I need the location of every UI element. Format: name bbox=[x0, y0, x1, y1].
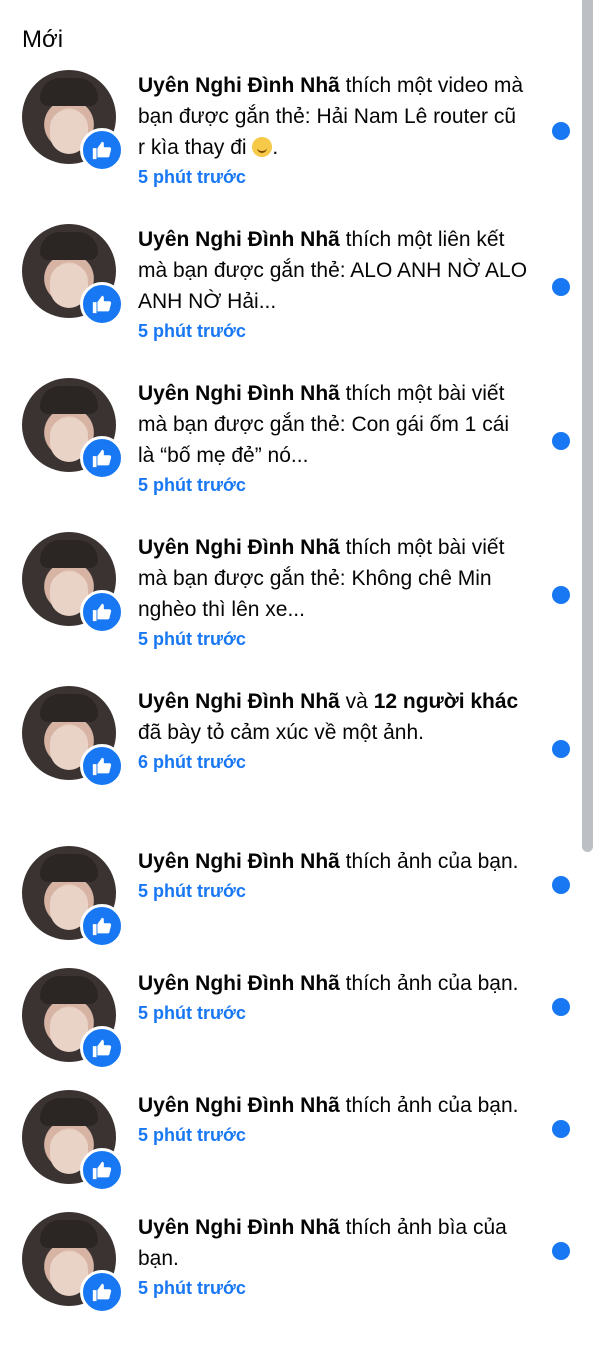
thumb-up-icon bbox=[92, 449, 112, 468]
action-text: thích ảnh của bạn. bbox=[339, 972, 519, 995]
unread-dot-icon bbox=[552, 1242, 570, 1260]
avatar[interactable] bbox=[22, 1212, 124, 1314]
notification-text: Uyên Nghi Đình Nhã thích ảnh của bạn. 5 … bbox=[138, 968, 528, 1027]
action-text: thích ảnh của bạn. bbox=[339, 850, 519, 873]
like-thumb-icon bbox=[80, 1026, 124, 1070]
avatar[interactable] bbox=[22, 686, 124, 788]
thumb-up-icon bbox=[92, 295, 112, 314]
unread-dot-icon bbox=[552, 998, 570, 1016]
others-count: 12 người khác bbox=[373, 690, 519, 713]
notification-text: Uyên Nghi Đình Nhã thích ảnh của bạn. 5 … bbox=[138, 846, 528, 905]
notification-item[interactable]: Uyên Nghi Đình Nhã thích một bài viết mà… bbox=[0, 524, 580, 674]
action-text-end: . bbox=[272, 136, 279, 159]
unread-dot-icon bbox=[552, 122, 570, 140]
thumb-up-icon bbox=[92, 141, 112, 160]
like-thumb-icon bbox=[80, 128, 124, 172]
action-text: thích ảnh của bạn. bbox=[339, 1094, 519, 1117]
thumb-up-icon bbox=[92, 1161, 112, 1180]
notification-item[interactable]: Uyên Nghi Đình Nhã và 12 người khác đã b… bbox=[0, 678, 580, 828]
like-thumb-icon bbox=[80, 590, 124, 634]
timestamp[interactable]: 5 phút trước bbox=[138, 1121, 528, 1149]
actor-name: Uyên Nghi Đình Nhã bbox=[138, 382, 340, 405]
smile-emoji-icon bbox=[252, 137, 273, 157]
notification-text: Uyên Nghi Đình Nhã thích ảnh bìa của bạn… bbox=[138, 1212, 528, 1302]
avatar[interactable] bbox=[22, 532, 124, 634]
notification-text: Uyên Nghi Đình Nhã thích một liên kết mà… bbox=[138, 224, 528, 345]
like-thumb-icon bbox=[80, 282, 124, 326]
action-text-end: đã bày tỏ cảm xúc về một ảnh. bbox=[138, 721, 424, 744]
timestamp[interactable]: 6 phút trước bbox=[138, 748, 528, 776]
avatar[interactable] bbox=[22, 1090, 124, 1192]
notification-item[interactable]: Uyên Nghi Đình Nhã thích một liên kết mà… bbox=[0, 216, 580, 366]
like-thumb-icon bbox=[80, 436, 124, 480]
thumb-up-icon bbox=[92, 603, 112, 622]
notification-text: Uyên Nghi Đình Nhã thích một bài viết mà… bbox=[138, 378, 528, 499]
unread-dot-icon bbox=[552, 740, 570, 758]
unread-dot-icon bbox=[552, 586, 570, 604]
actor-name: Uyên Nghi Đình Nhã bbox=[138, 690, 340, 713]
notification-item[interactable]: Uyên Nghi Đình Nhã thích một video mà bạ… bbox=[0, 62, 580, 212]
unread-dot-icon bbox=[552, 278, 570, 296]
unread-dot-icon bbox=[552, 876, 570, 894]
notification-text: Uyên Nghi Đình Nhã thích một video mà bạ… bbox=[138, 70, 528, 191]
actor-name: Uyên Nghi Đình Nhã bbox=[138, 1216, 340, 1239]
like-thumb-icon bbox=[80, 1148, 124, 1192]
like-thumb-icon bbox=[80, 1270, 124, 1314]
actor-name: Uyên Nghi Đình Nhã bbox=[138, 1094, 340, 1117]
notification-text: Uyên Nghi Đình Nhã thích ảnh của bạn. 5 … bbox=[138, 1090, 528, 1149]
notification-item[interactable]: Uyên Nghi Đình Nhã thích một bài viết mà… bbox=[0, 370, 580, 520]
avatar[interactable] bbox=[22, 968, 124, 1070]
actor-name: Uyên Nghi Đình Nhã bbox=[138, 536, 340, 559]
notification-text: Uyên Nghi Đình Nhã thích một bài viết mà… bbox=[138, 532, 528, 653]
avatar[interactable] bbox=[22, 846, 124, 948]
thumb-up-icon bbox=[92, 1283, 112, 1302]
timestamp[interactable]: 5 phút trước bbox=[138, 625, 528, 653]
notification-item[interactable]: Uyên Nghi Đình Nhã thích ảnh bìa của bạn… bbox=[0, 1204, 580, 1354]
avatar[interactable] bbox=[22, 224, 124, 326]
actor-name: Uyên Nghi Đình Nhã bbox=[138, 74, 340, 97]
unread-dot-icon bbox=[552, 432, 570, 450]
thumb-up-icon bbox=[92, 757, 112, 776]
timestamp[interactable]: 5 phút trước bbox=[138, 163, 528, 191]
timestamp[interactable]: 5 phút trước bbox=[138, 1274, 528, 1302]
timestamp[interactable]: 5 phút trước bbox=[138, 317, 528, 345]
actor-name: Uyên Nghi Đình Nhã bbox=[138, 228, 340, 251]
like-thumb-icon bbox=[80, 744, 124, 788]
timestamp[interactable]: 5 phút trước bbox=[138, 471, 528, 499]
thumb-up-icon bbox=[92, 1039, 112, 1058]
avatar[interactable] bbox=[22, 378, 124, 480]
thumb-up-icon bbox=[92, 917, 112, 936]
section-title-new: Mới bbox=[22, 26, 64, 53]
unread-dot-icon bbox=[552, 1120, 570, 1138]
action-text: và bbox=[339, 690, 374, 713]
timestamp[interactable]: 5 phút trước bbox=[138, 999, 528, 1027]
timestamp[interactable]: 5 phút trước bbox=[138, 877, 528, 905]
avatar[interactable] bbox=[22, 70, 124, 172]
like-thumb-icon bbox=[80, 904, 124, 948]
scrollbar[interactable] bbox=[582, 0, 593, 852]
actor-name: Uyên Nghi Đình Nhã bbox=[138, 850, 340, 873]
actor-name: Uyên Nghi Đình Nhã bbox=[138, 972, 340, 995]
notification-text: Uyên Nghi Đình Nhã và 12 người khác đã b… bbox=[138, 686, 528, 776]
